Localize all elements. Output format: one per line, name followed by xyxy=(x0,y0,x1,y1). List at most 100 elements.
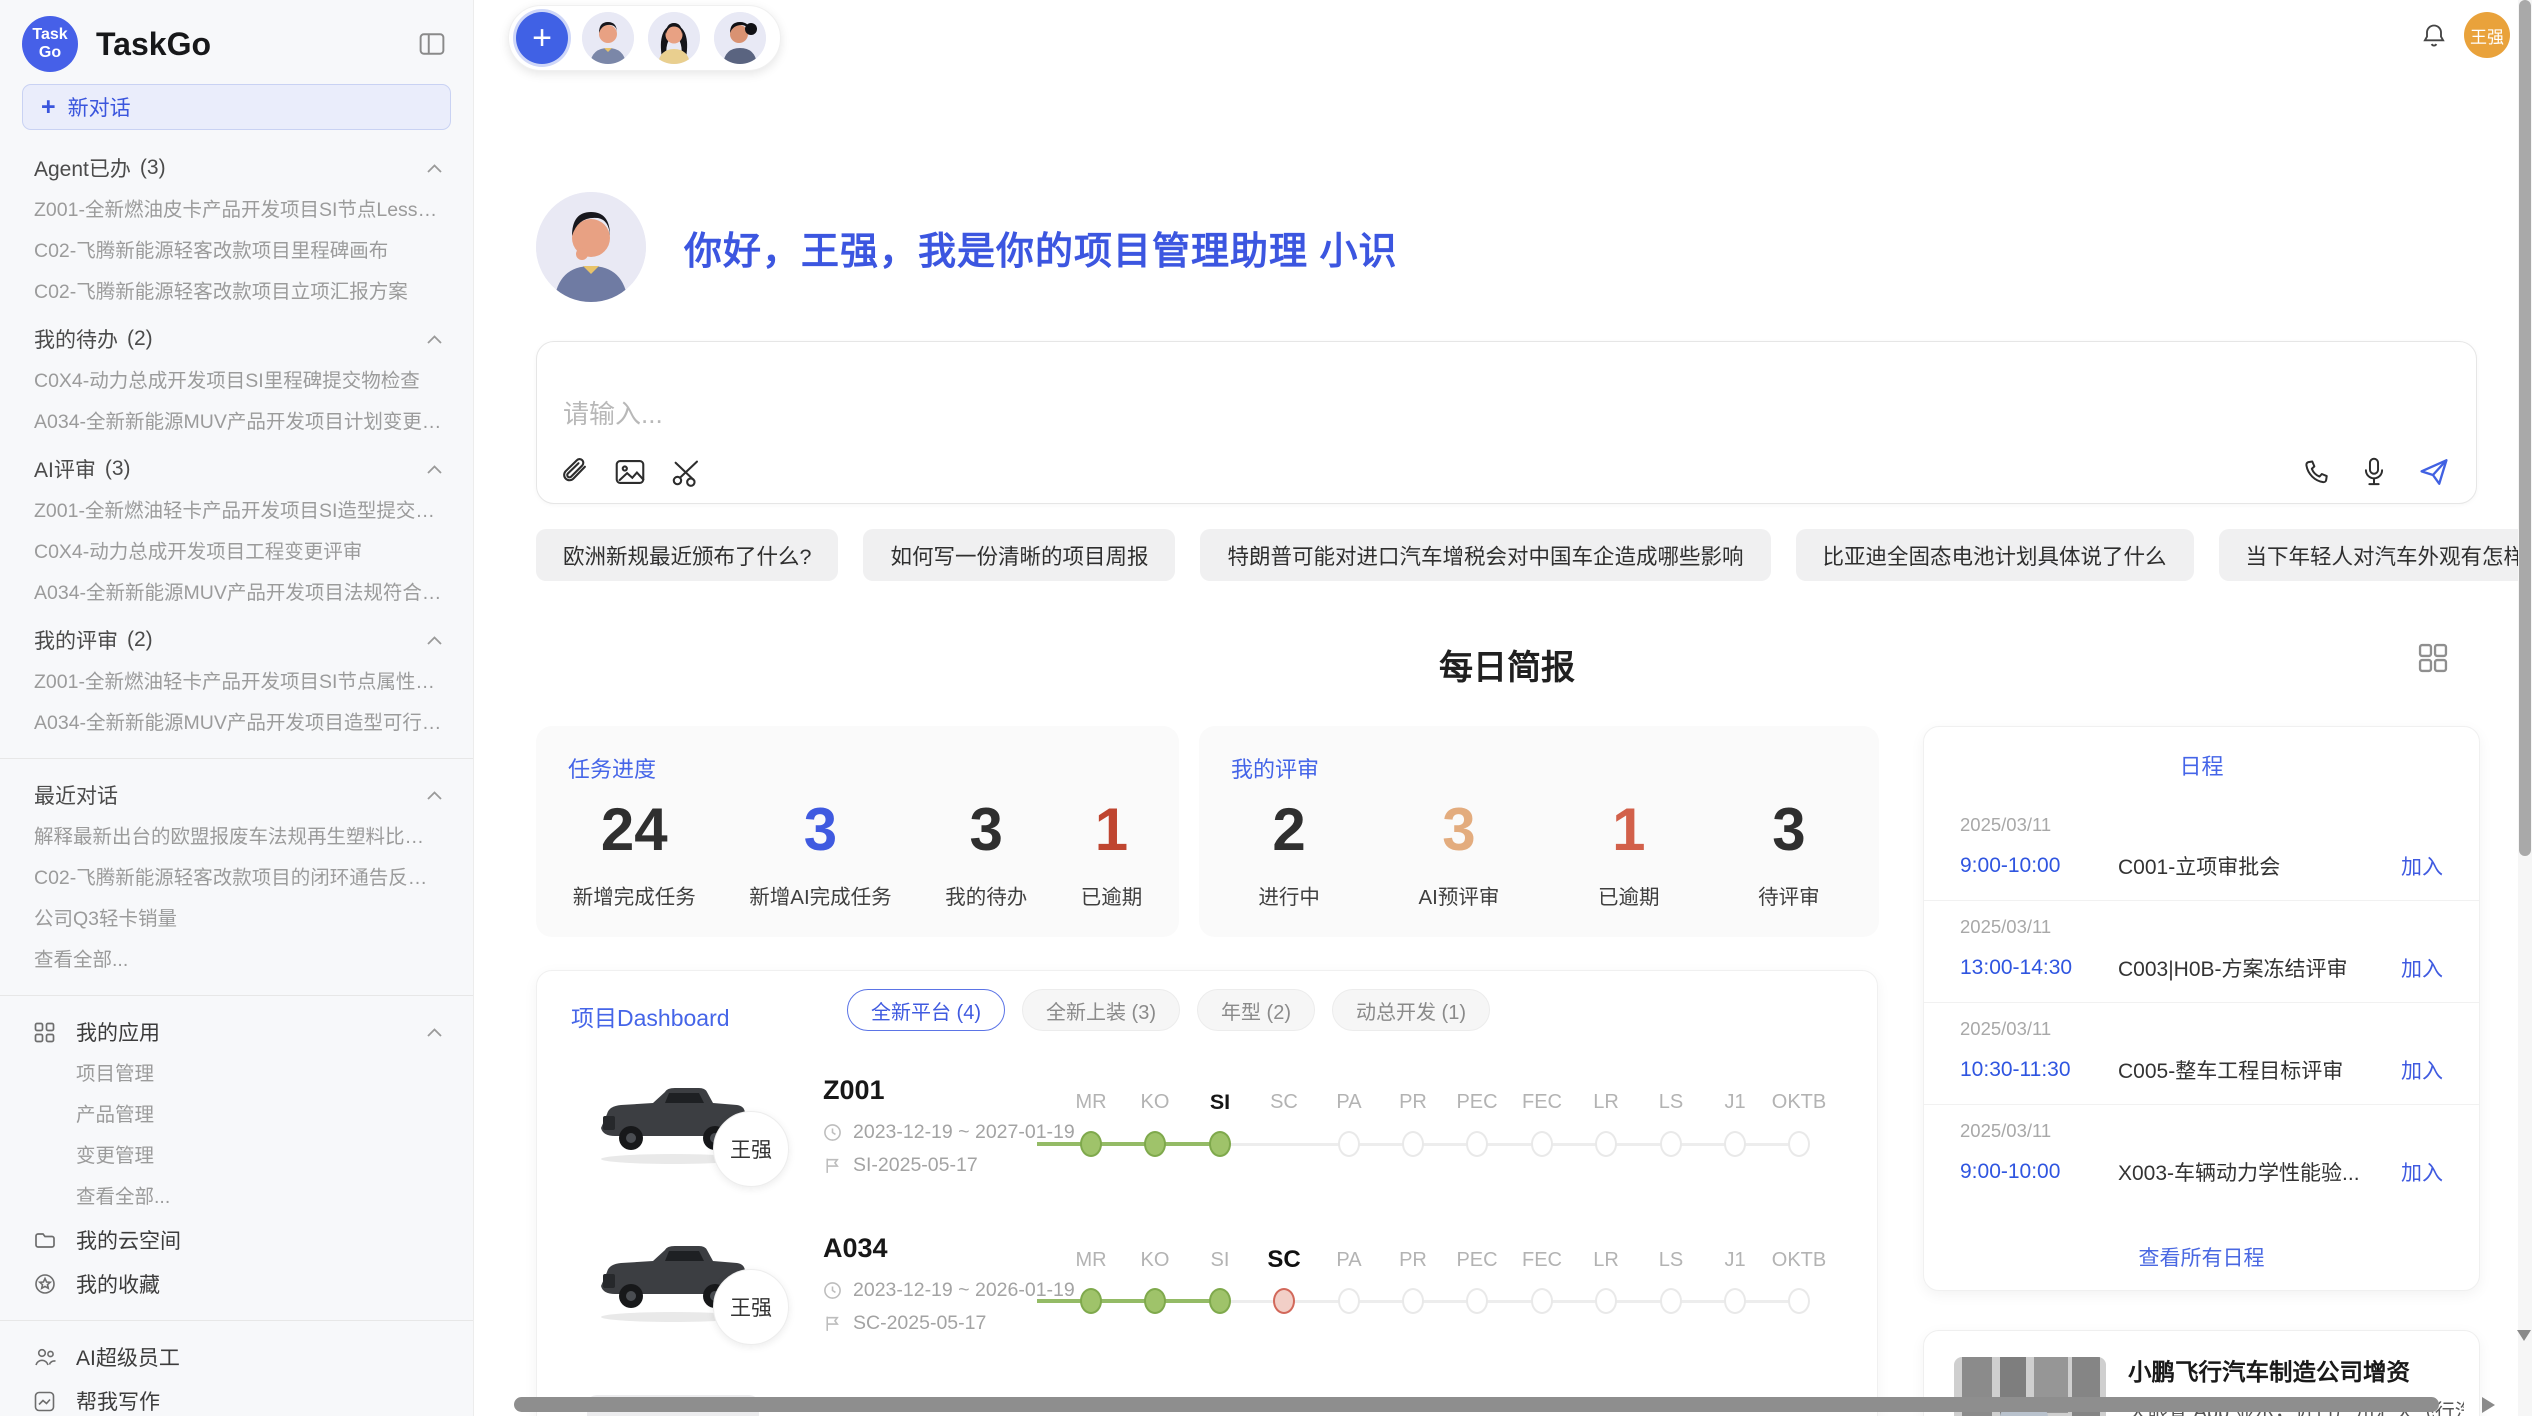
dashboard-tabs: 全新平台 (4) 全新上装 (3) 年型 (2) 动总开发 (1) xyxy=(847,989,1490,1031)
list-item[interactable]: Z001-全新燃油轻卡产品开发项目SI节点属性5D文件评审 xyxy=(0,662,473,703)
send-icon[interactable] xyxy=(2418,457,2450,487)
sidebar-item-project-mgmt[interactable]: 项目管理 xyxy=(0,1054,473,1095)
vertical-scrollbar-track[interactable] xyxy=(2518,0,2532,1416)
milestone-dot xyxy=(1402,1131,1424,1157)
list-item[interactable]: C02-飞腾新能源轻客改款项目立项汇报方案 xyxy=(0,272,473,313)
join-button[interactable]: 加入 xyxy=(2401,851,2443,881)
composer-right-tools xyxy=(2302,457,2450,487)
layout-grid-icon[interactable] xyxy=(2418,643,2448,673)
list-item[interactable]: Z001-全新燃油轻卡产品开发项目SI造型提交物评审 xyxy=(0,491,473,532)
flag-icon xyxy=(823,1314,842,1333)
view-all-chats-link[interactable]: 查看全部... xyxy=(0,940,473,981)
list-item[interactable]: C0X4-动力总成开发项目工程变更评审 xyxy=(0,532,473,573)
sidebar-item-product-mgmt[interactable]: 产品管理 xyxy=(0,1095,473,1136)
suggestion-chip[interactable]: 当下年轻人对汽车外观有怎样的喜好趋势 xyxy=(2219,529,2532,581)
stats-row: 2 进行中 3 AI预评审 1 已逾期 3 待评审 xyxy=(1209,788,1869,921)
dashboard-title: 项目Dashboard xyxy=(571,999,730,1033)
stat-value: 3 xyxy=(945,800,1027,860)
list-item[interactable]: C02-飞腾新能源轻客改款项目里程碑画布 xyxy=(0,231,473,272)
sidebar-item-my-apps[interactable]: 我的应用 xyxy=(0,1010,473,1054)
scissors-icon[interactable] xyxy=(671,457,701,487)
chevron-up-icon[interactable] xyxy=(426,790,443,801)
list-item[interactable]: 公司Q3轻卡销量 xyxy=(0,899,473,940)
suggestion-chip[interactable]: 如何写一份清晰的项目周报 xyxy=(863,529,1175,581)
project-dashboard-card: 项目Dashboard 全新平台 (4) 全新上装 (3) 年型 (2) 动总开… xyxy=(536,970,1878,1416)
project-code: Z001 xyxy=(823,1075,885,1106)
horizontal-scrollbar[interactable] xyxy=(514,1397,2439,1412)
section-header-agent-done[interactable]: Agent已办 (3) xyxy=(0,146,473,190)
user-avatar[interactable]: 王强 xyxy=(2464,12,2510,58)
join-button[interactable]: 加入 xyxy=(2401,1157,2443,1187)
image-icon[interactable] xyxy=(615,458,645,486)
divider xyxy=(0,995,473,996)
clock-icon xyxy=(823,1281,842,1300)
tab-powertrain[interactable]: 动总开发 (1) xyxy=(1332,989,1490,1031)
sidebar-item-change-mgmt[interactable]: 变更管理 xyxy=(0,1136,473,1177)
section-header-my-todo[interactable]: 我的待办 (2) xyxy=(0,317,473,361)
view-all-apps-link[interactable]: 查看全部... xyxy=(0,1177,473,1218)
chevron-up-icon[interactable] xyxy=(426,163,443,174)
event-date: 2025/03/11 xyxy=(1960,814,2443,836)
sidebar-item-cloud-space[interactable]: 我的云空间 xyxy=(0,1218,473,1262)
list-item[interactable]: A034-全新新能源MUV产品开发项目造型可行性评审 xyxy=(0,703,473,744)
section-count: (3) xyxy=(105,457,131,481)
chevron-up-icon[interactable] xyxy=(426,1027,443,1038)
suggestion-chip[interactable]: 比亚迪全固态电池计划具体说了什么 xyxy=(1796,529,2194,581)
vertical-scrollbar[interactable] xyxy=(2519,0,2531,856)
stat-label: AI预评审 xyxy=(1418,880,1499,910)
suggestion-chip[interactable]: 特朗普可能对进口汽车增税会对中国车企造成哪些影响 xyxy=(1200,529,1770,581)
sidebar-item-help-me-write[interactable]: 帮我写作 xyxy=(0,1379,473,1416)
sidebar-header: Task Go TaskGo xyxy=(0,12,473,76)
agent-avatar-1[interactable] xyxy=(582,12,634,64)
project-dates: 2023-12-19 ~ 2027-01-19 xyxy=(823,1121,1075,1144)
collapse-sidebar-icon[interactable] xyxy=(417,29,447,59)
clock-icon xyxy=(823,1123,842,1142)
tab-new-body[interactable]: 全新上装 (3) xyxy=(1022,989,1180,1031)
project-owner-badge: 王强 xyxy=(713,1111,789,1187)
chevron-up-icon[interactable] xyxy=(426,635,443,646)
add-agent-button[interactable]: + xyxy=(516,12,568,64)
list-item[interactable]: 解释最新出台的欧盟报废车法规再生塑料比例被调至15%... xyxy=(0,817,473,858)
divider xyxy=(0,758,473,759)
chevron-up-icon[interactable] xyxy=(426,464,443,475)
view-all-schedule-link[interactable]: 查看所有日程 xyxy=(1924,1242,2479,1272)
list-item[interactable]: A034-全新新能源MUV产品开发项目法规符合性评审 xyxy=(0,573,473,614)
milestone-dot xyxy=(1595,1288,1617,1314)
section-header-recent-chats[interactable]: 最近对话 xyxy=(0,773,473,817)
tab-model-year[interactable]: 年型 (2) xyxy=(1197,989,1315,1031)
suggestion-chip[interactable]: 欧洲新规最近颁布了什么? xyxy=(536,529,838,581)
list-item[interactable]: Z001-全新燃油皮卡产品开发项目SI节点Lesson Learn报告 xyxy=(0,190,473,231)
event-date: 2025/03/11 xyxy=(1960,916,2443,938)
microphone-icon[interactable] xyxy=(2360,457,2388,487)
favorites-label: 我的收藏 xyxy=(76,1269,160,1299)
milestone-dot xyxy=(1402,1288,1424,1314)
tab-new-platform[interactable]: 全新平台 (4) xyxy=(847,989,1005,1031)
sidebar-item-ai-super-staff[interactable]: AI超级员工 xyxy=(0,1335,473,1379)
section-header-my-review[interactable]: 我的评审 (2) xyxy=(0,618,473,662)
list-item[interactable]: C02-飞腾新能源轻客改款项目的闭环通告反馈情况 xyxy=(0,858,473,899)
chevron-up-icon[interactable] xyxy=(426,334,443,345)
agent-avatar-3[interactable] xyxy=(714,12,766,64)
stat-ai-prereview: 3 AI预评审 xyxy=(1418,800,1499,910)
milestone-text: SI-2025-05-17 xyxy=(853,1154,978,1177)
milestone-dot xyxy=(1660,1131,1682,1157)
milestone-dot-done xyxy=(1144,1288,1166,1314)
agent-avatar-2[interactable] xyxy=(648,12,700,64)
section-title: Agent已办 xyxy=(34,153,131,183)
join-button[interactable]: 加入 xyxy=(2401,953,2443,983)
event-title: X003-车辆动力学性能验... xyxy=(2118,1157,2401,1187)
scroll-right-arrow-icon[interactable] xyxy=(2482,1397,2495,1413)
list-item[interactable]: A034-全新新能源MUV产品开发项目计划变更表编写 xyxy=(0,402,473,443)
sidebar-item-favorites[interactable]: 我的收藏 xyxy=(0,1262,473,1306)
section-header-ai-review[interactable]: AI评审 (3) xyxy=(0,447,473,491)
chat-composer[interactable]: 请输入... xyxy=(536,341,2477,504)
section-title: AI评审 xyxy=(34,454,96,484)
scroll-down-arrow-icon[interactable] xyxy=(2517,1330,2531,1341)
phone-icon[interactable] xyxy=(2302,458,2330,486)
notification-bell-icon[interactable] xyxy=(2420,22,2448,50)
list-item[interactable]: C0X4-动力总成开发项目SI里程碑提交物检查 xyxy=(0,361,473,402)
new-chat-button[interactable]: + 新对话 xyxy=(22,84,451,130)
join-button[interactable]: 加入 xyxy=(2401,1055,2443,1085)
attachment-icon[interactable] xyxy=(561,458,589,486)
schedule-list: 2025/03/11 9:00-10:00 C001-立项审批会 加入 2025… xyxy=(1924,799,2479,1206)
